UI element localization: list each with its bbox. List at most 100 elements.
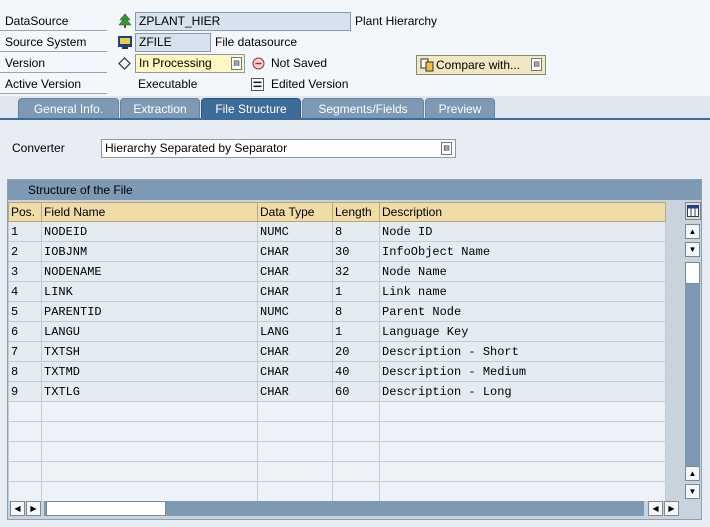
empty-table-cell[interactable]: [379, 421, 666, 442]
tab-preview[interactable]: Preview: [425, 98, 495, 119]
table-cell[interactable]: Description - Short: [379, 341, 666, 362]
table-cell[interactable]: 40: [332, 361, 380, 382]
empty-table-cell[interactable]: [257, 421, 333, 442]
table-cell[interactable]: 30: [332, 241, 380, 262]
table-cell[interactable]: NUMC: [257, 221, 333, 242]
empty-table-cell[interactable]: [379, 481, 666, 502]
table-row[interactable]: 9 TXTLG CHAR 60 Description - Long: [8, 381, 666, 402]
tab-file-structure[interactable]: File Structure: [201, 98, 301, 119]
table-cell[interactable]: 60: [332, 381, 380, 402]
dropdown-icon[interactable]: ▤: [441, 142, 452, 155]
scroll-track[interactable]: [685, 262, 700, 480]
table-cell[interactable]: 9: [8, 381, 42, 402]
scroll-down-icon[interactable]: ▼: [685, 242, 700, 257]
column-settings-icon[interactable]: [685, 202, 701, 220]
table-cell[interactable]: InfoObject Name: [379, 241, 666, 262]
table-cell[interactable]: 6: [8, 321, 42, 342]
table-cell[interactable]: CHAR: [257, 281, 333, 302]
scroll-left-icon[interactable]: ◀: [10, 501, 25, 516]
table-cell[interactable]: TXTSH: [41, 341, 258, 362]
table-row[interactable]: 8 TXTMD CHAR 40 Description - Medium: [8, 361, 666, 382]
horizontal-scroll-thumb[interactable]: [46, 501, 166, 516]
table-cell[interactable]: 8: [332, 221, 380, 242]
scroll-far-left-icon[interactable]: ◀: [648, 501, 663, 516]
table-cell[interactable]: PARENTID: [41, 301, 258, 322]
table-row[interactable]: 6 LANGU LANG 1 Language Key: [8, 321, 666, 342]
table-cell[interactable]: Link name: [379, 281, 666, 302]
table-cell[interactable]: IOBJNM: [41, 241, 258, 262]
table-row[interactable]: 3 NODENAME CHAR 32 Node Name: [8, 261, 666, 282]
table-cell[interactable]: TXTMD: [41, 361, 258, 382]
tab-general-info[interactable]: General Info.: [18, 98, 119, 119]
table-cell[interactable]: Parent Node: [379, 301, 666, 322]
table-cell[interactable]: 4: [8, 281, 42, 302]
table-cell[interactable]: Node ID: [379, 221, 666, 242]
column-header[interactable]: Data Type: [257, 202, 333, 222]
scroll-far-right-icon[interactable]: ▶: [664, 501, 679, 516]
table-row[interactable]: 1 NODEID NUMC 8 Node ID: [8, 221, 666, 242]
table-cell[interactable]: CHAR: [257, 361, 333, 382]
column-header[interactable]: Length: [332, 202, 380, 222]
column-header[interactable]: Description: [379, 202, 666, 222]
converter-select[interactable]: Hierarchy Separated by Separator ▤: [101, 139, 456, 158]
empty-table-cell[interactable]: [257, 401, 333, 422]
scroll-right-icon[interactable]: ▶: [26, 501, 41, 516]
table-row[interactable]: 7 TXTSH CHAR 20 Description - Short: [8, 341, 666, 362]
table-cell[interactable]: 3: [8, 261, 42, 282]
horizontal-scrollbar[interactable]: ◀ ▶ ◀ ▶: [8, 500, 701, 517]
table-cell[interactable]: CHAR: [257, 341, 333, 362]
empty-table-cell[interactable]: [379, 441, 666, 462]
table-cell[interactable]: 1: [8, 221, 42, 242]
table-cell[interactable]: Language Key: [379, 321, 666, 342]
table-cell[interactable]: Node Name: [379, 261, 666, 282]
tab-segments-fields[interactable]: Segments/Fields: [302, 98, 424, 119]
table-cell[interactable]: Description - Long: [379, 381, 666, 402]
empty-table-cell[interactable]: [41, 421, 258, 442]
empty-table-row[interactable]: [8, 461, 666, 482]
empty-table-cell[interactable]: [379, 461, 666, 482]
empty-table-cell[interactable]: [8, 421, 42, 442]
table-cell[interactable]: 1: [332, 281, 380, 302]
table-cell[interactable]: 2: [8, 241, 42, 262]
empty-table-cell[interactable]: [41, 481, 258, 502]
empty-table-cell[interactable]: [41, 441, 258, 462]
table-cell[interactable]: Description - Medium: [379, 361, 666, 382]
table-row[interactable]: 2 IOBJNM CHAR 30 InfoObject Name: [8, 241, 666, 262]
empty-table-cell[interactable]: [257, 461, 333, 482]
scroll-up-icon[interactable]: ▲: [685, 224, 700, 239]
empty-table-cell[interactable]: [8, 401, 42, 422]
empty-table-cell[interactable]: [332, 461, 380, 482]
column-header[interactable]: Pos.: [8, 202, 42, 222]
table-cell[interactable]: NODENAME: [41, 261, 258, 282]
empty-table-cell[interactable]: [257, 481, 333, 502]
empty-table-row[interactable]: [8, 441, 666, 462]
column-header[interactable]: Field Name: [41, 202, 258, 222]
empty-table-cell[interactable]: [332, 421, 380, 442]
table-cell[interactable]: 7: [8, 341, 42, 362]
empty-table-row[interactable]: [8, 401, 666, 422]
tab-extraction[interactable]: Extraction: [120, 98, 200, 119]
empty-table-cell[interactable]: [332, 401, 380, 422]
table-cell[interactable]: CHAR: [257, 241, 333, 262]
empty-table-cell[interactable]: [8, 481, 42, 502]
datasource-field[interactable]: ZPLANT_HIER: [135, 12, 351, 31]
table-cell[interactable]: 32: [332, 261, 380, 282]
table-row[interactable]: 4 LINK CHAR 1 Link name: [8, 281, 666, 302]
empty-table-row[interactable]: [8, 421, 666, 442]
table-cell[interactable]: NODEID: [41, 221, 258, 242]
source-system-field[interactable]: ZFILE: [135, 33, 211, 52]
table-cell[interactable]: 20: [332, 341, 380, 362]
table-cell[interactable]: LINK: [41, 281, 258, 302]
empty-table-cell[interactable]: [257, 441, 333, 462]
compare-button[interactable]: Compare with... ▤: [416, 55, 546, 75]
empty-table-cell[interactable]: [8, 461, 42, 482]
table-cell[interactable]: 5: [8, 301, 42, 322]
empty-table-row[interactable]: [8, 481, 666, 502]
table-cell[interactable]: LANG: [257, 321, 333, 342]
empty-table-cell[interactable]: [379, 401, 666, 422]
table-cell[interactable]: 8: [8, 361, 42, 382]
table-row[interactable]: 5 PARENTID NUMC 8 Parent Node: [8, 301, 666, 322]
table-cell[interactable]: 1: [332, 321, 380, 342]
table-cell[interactable]: CHAR: [257, 261, 333, 282]
dropdown-icon[interactable]: ▤: [231, 57, 242, 70]
